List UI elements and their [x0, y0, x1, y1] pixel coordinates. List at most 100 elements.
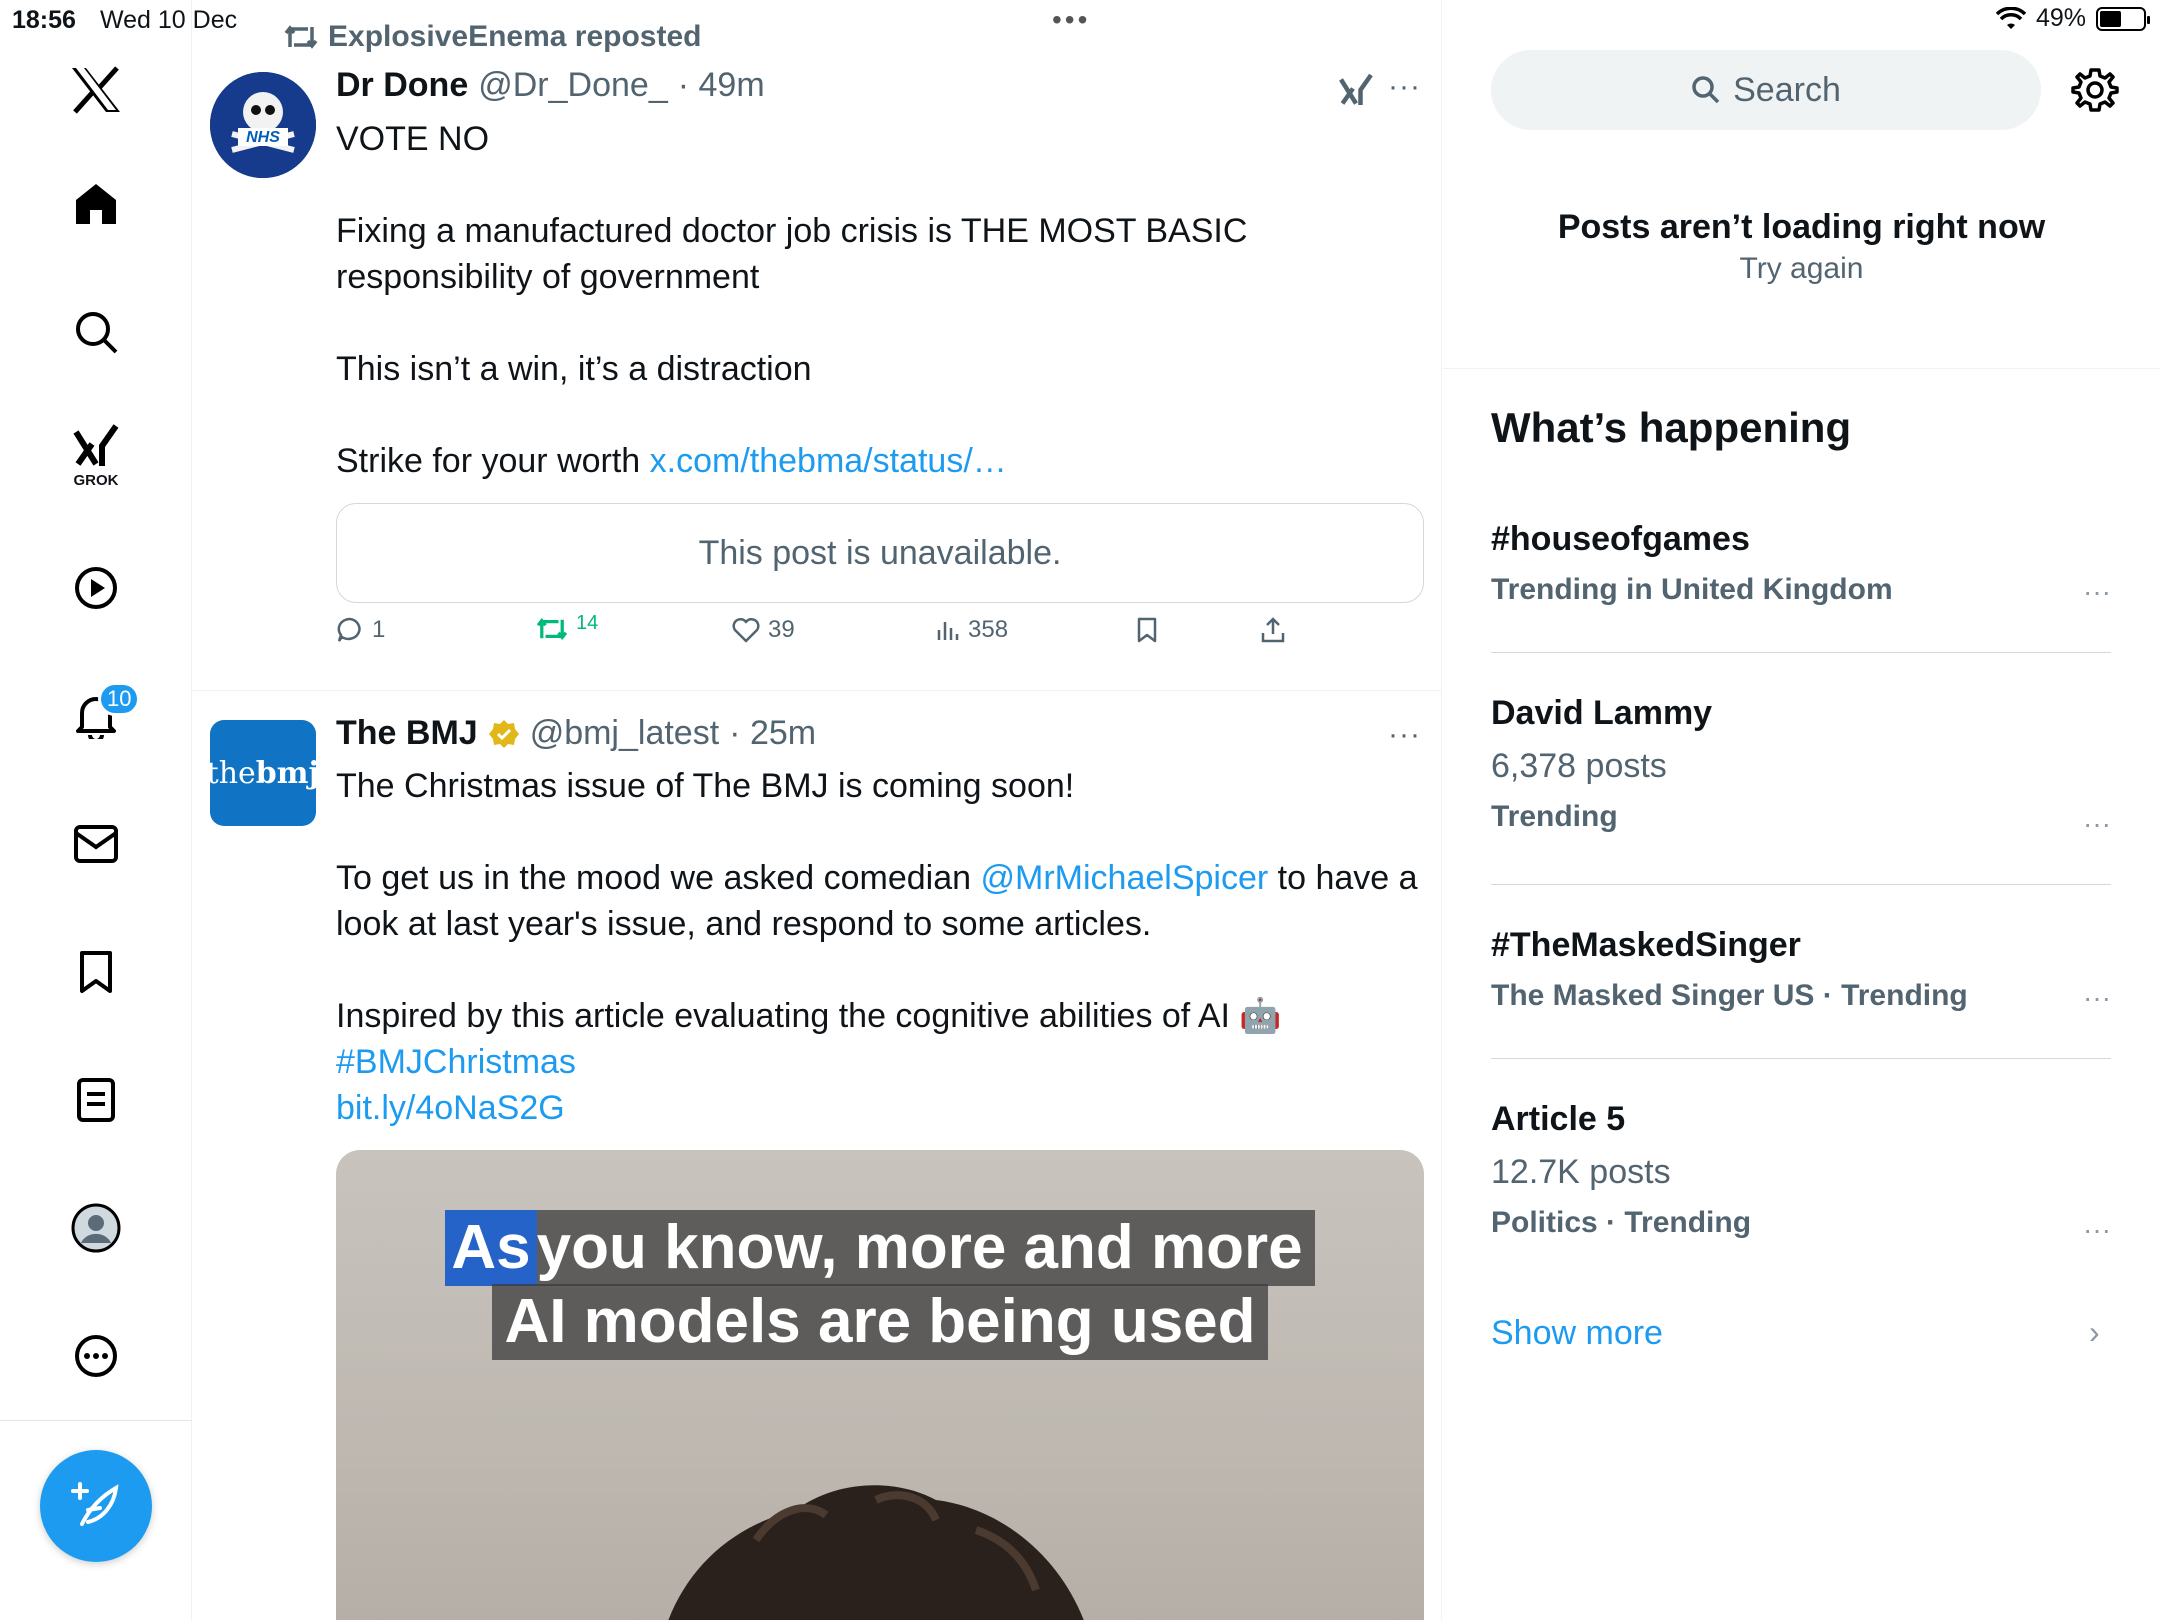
post-more-icon[interactable]: ···: [1388, 718, 1421, 752]
reply-icon: [337, 617, 361, 642]
share-icon: [1261, 617, 1285, 643]
status-link[interactable]: x.com/thebma/status/…: [650, 442, 1007, 480]
quoted-post-unavailable: This post is unavailable.: [336, 503, 1424, 603]
explore-search-icon[interactable]: [60, 296, 132, 368]
trend-item[interactable]: David Lammy 6,378 posts Trending ···: [1491, 694, 2111, 839]
section-divider: [1443, 368, 2160, 369]
notifications-badge: 10: [98, 682, 141, 716]
reply-count: 1: [372, 616, 386, 643]
trend-count: 12.7K posts: [1491, 1153, 1671, 1191]
home-icon[interactable]: [60, 168, 132, 240]
settings-gear-icon[interactable]: [2071, 66, 2119, 114]
post-header: The BMJ @bmj_latest · 25m: [336, 714, 816, 753]
post-text: The Christmas issue of The BMJ is coming…: [336, 763, 1426, 1131]
views-count: 358: [968, 616, 1009, 643]
x-logo-icon[interactable]: [60, 54, 132, 126]
hashtag-link[interactable]: #BMJChristmas: [336, 1039, 1426, 1085]
timeline: ExplosiveEnema reposted NHS Dr Done @Dr_…: [192, 0, 1442, 1620]
views-chart-icon: [937, 622, 959, 640]
repost-count: 14: [576, 611, 599, 634]
trend-divider: [1491, 652, 2111, 653]
video-play-icon[interactable]: [60, 552, 132, 624]
post-line: responsibility of government: [336, 258, 760, 296]
author-handle[interactable]: @bmj_latest: [530, 714, 719, 753]
show-more-link[interactable]: Show more: [1491, 1314, 1663, 1353]
compose-post-button[interactable]: [40, 1450, 152, 1562]
more-options-icon[interactable]: [60, 1320, 132, 1392]
profile-avatar-icon[interactable]: [60, 1192, 132, 1264]
trend-more-icon[interactable]: ···: [2083, 576, 2111, 608]
author-name[interactable]: Dr Done: [336, 66, 468, 105]
trend-meta: Politics · Trending: [1491, 1206, 1752, 1239]
lists-icon[interactable]: [60, 1064, 132, 1136]
trend-item[interactable]: Article 5 12.7K posts Politics · Trendin…: [1491, 1100, 2111, 1245]
repost-icon: [536, 618, 568, 640]
messages-envelope-icon[interactable]: [60, 808, 132, 880]
grok-explain-icon[interactable]: [1338, 72, 1374, 108]
trend-more-icon[interactable]: ···: [2083, 808, 2111, 840]
trend-more-icon[interactable]: ···: [2083, 1214, 2111, 1246]
post-actions: 1 14 39 358: [336, 612, 1426, 656]
url-link[interactable]: bit.ly/4oNaS2G: [336, 1085, 1426, 1131]
post-dr-done[interactable]: ExplosiveEnema reposted NHS Dr Done @Dr_…: [192, 0, 1441, 690]
mention-link[interactable]: @MrMichaelSpicer: [981, 859, 1269, 897]
caption-highlight: As: [445, 1210, 537, 1286]
post-text: VOTE NO Fixing a manufactured doctor job…: [336, 116, 1426, 484]
post-line: To get us in the mood we asked comedian …: [336, 855, 1426, 901]
search-placeholder: Search: [1733, 70, 1841, 109]
verified-gold-badge-icon: [488, 719, 519, 748]
post-time[interactable]: · 25m: [729, 714, 816, 753]
caption-text: AI models are being used: [492, 1284, 1268, 1360]
post-line: look at last year's issue, and respond t…: [336, 905, 1152, 943]
bookmark-icon: [1137, 617, 1157, 643]
bookmarks-icon[interactable]: [60, 936, 132, 1008]
views-button[interactable]: 358: [936, 616, 1008, 644]
author-handle[interactable]: @Dr_Done_: [478, 66, 668, 105]
svg-text:NHS: NHS: [246, 129, 280, 146]
bookmark-button[interactable]: [1136, 616, 1158, 644]
search-icon: [1692, 76, 1720, 104]
posts-error-title: Posts aren’t loading right now: [1557, 208, 2046, 246]
trend-item[interactable]: #TheMaskedSinger The Masked Singer US · …: [1491, 926, 2111, 1013]
share-button[interactable]: [1260, 616, 1286, 644]
try-again-link[interactable]: Try again: [1443, 252, 2160, 286]
trend-name: #houseofgames: [1491, 520, 1750, 558]
post-line: Fixing a manufactured doctor job crisis …: [336, 212, 1248, 250]
post-header: Dr Done @Dr_Done_ · 49m: [336, 66, 765, 105]
avatar-text-the: the: [210, 755, 256, 791]
trend-name: #TheMaskedSinger: [1491, 926, 1801, 964]
author-name[interactable]: The BMJ: [336, 714, 478, 753]
search-input[interactable]: Search: [1491, 50, 2041, 130]
compose-feather-icon: [71, 1482, 119, 1526]
caption-text: you know, more and more: [536, 1213, 1303, 1282]
trend-more-icon[interactable]: ···: [2083, 982, 2111, 1014]
right-sidebar: Search Posts aren’t loading right now Tr…: [1443, 0, 2160, 1620]
trend-item[interactable]: #houseofgames Trending in United Kingdom…: [1491, 520, 2111, 607]
post-text-span: to have a: [1268, 859, 1418, 897]
post-text-span: Strike for your worth: [336, 442, 650, 480]
post-line: Inspired by this article evaluating the …: [336, 997, 1282, 1035]
whats-happening-heading: What’s happening: [1491, 404, 1852, 451]
post-line: This isn’t a win, it’s a distraction: [336, 350, 812, 388]
avatar-text-bmj: bmj: [255, 755, 316, 791]
skull-nhs-avatar-icon: NHS: [210, 72, 316, 178]
repost-button[interactable]: 14: [536, 612, 598, 642]
notifications-bell-icon[interactable]: 10: [60, 680, 141, 752]
like-button[interactable]: 39: [732, 616, 795, 644]
reply-button[interactable]: 1: [336, 616, 385, 644]
video-caption-line-1: As you know, more and more: [336, 1210, 1424, 1286]
post-text-span: To get us in the mood we asked comedian: [336, 859, 981, 897]
post-line: Strike for your worth x.com/thebma/statu…: [336, 438, 1426, 484]
repost-icon: [284, 25, 318, 49]
trend-meta: The Masked Singer US · Trending: [1491, 979, 1968, 1012]
post-more-icon[interactable]: ···: [1388, 70, 1421, 104]
avatar[interactable]: NHS: [210, 72, 316, 178]
left-nav: GROK 10: [0, 0, 192, 1620]
grok-icon[interactable]: GROK: [60, 420, 132, 492]
video-caption-line-2: AI models are being used: [336, 1284, 1424, 1360]
video-media[interactable]: As you know, more and more AI models are…: [336, 1150, 1424, 1620]
post-time[interactable]: · 49m: [678, 66, 765, 105]
avatar[interactable]: the bmj: [210, 720, 316, 826]
repost-label: ExplosiveEnema reposted: [328, 20, 702, 53]
chevron-right-icon[interactable]: ›: [2089, 1314, 2100, 1351]
